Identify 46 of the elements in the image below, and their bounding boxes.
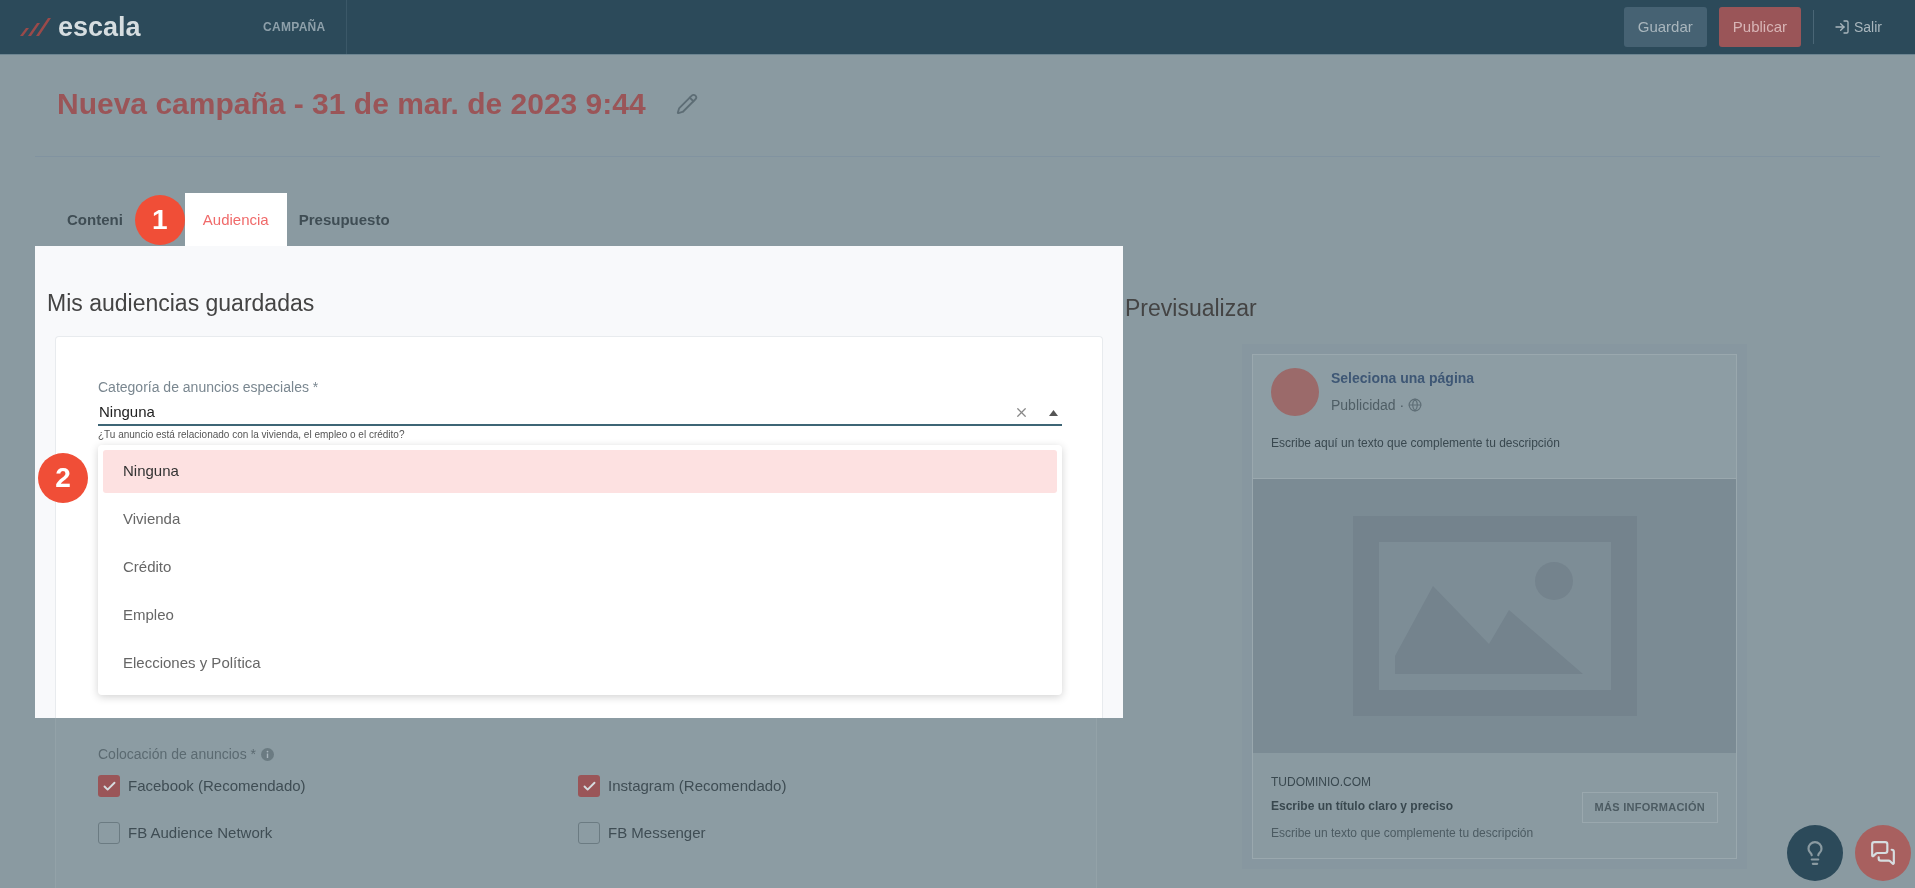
cta-button[interactable]: MÁS INFORMACIÓN: [1581, 791, 1718, 823]
tips-button[interactable]: [1787, 825, 1843, 881]
sponsored-label: Publicidad ·: [1331, 395, 1405, 415]
logo-icon: [18, 16, 54, 38]
section-heading: Mis audiencias guardadas: [47, 289, 316, 318]
info-icon[interactable]: [261, 748, 274, 761]
category-select[interactable]: Ninguna: [98, 401, 1062, 426]
ad-description: Escribe un texto que complemente tu descripción: [1271, 824, 1535, 842]
edit-icon[interactable]: [675, 92, 698, 115]
helper-text: ¿Tu anuncio está relacionado con la vivienda, el empleo o el crédito?: [98, 428, 406, 441]
checkbox-label: FB Messenger: [608, 822, 706, 843]
page-title: Nueva campaña - 31 de mar. de 2023 9:44: [57, 86, 646, 122]
avatar: [1271, 367, 1319, 416]
page-name: Seleciona una página: [1331, 368, 1475, 388]
clear-icon[interactable]: [1014, 405, 1029, 420]
tab[interactable]: Presupuesto: [286, 193, 402, 246]
step-badge: 1: [134, 194, 185, 245]
caret-up-icon[interactable]: [1049, 409, 1058, 416]
checkbox[interactable]: [98, 775, 120, 798]
dropdown-option[interactable]: Elecciones y Política: [103, 641, 1057, 685]
chat-icon: [1870, 840, 1896, 866]
logo-text: escala: [58, 13, 141, 41]
preview-heading: Previsualizar: [1125, 294, 1258, 323]
checkbox[interactable]: [578, 821, 600, 844]
checkbox[interactable]: [578, 775, 600, 798]
category-label: Categoría de anuncios especiales *: [98, 377, 320, 397]
logout-icon: [1834, 19, 1850, 35]
tab[interactable]: Conteni: [55, 193, 135, 246]
ad-body-text: Escribe aquí un texto que complemente tu descripción: [1271, 434, 1561, 452]
checkbox[interactable]: [98, 821, 120, 844]
publish-button[interactable]: Publicar: [1718, 7, 1801, 47]
ad-headline: Escribe un título claro y preciso: [1271, 797, 1455, 815]
globe-icon: [1408, 398, 1423, 412]
chat-button[interactable]: [1855, 825, 1911, 881]
dropdown-option[interactable]: Crédito: [103, 545, 1057, 589]
section-label: CAMPAÑA: [263, 18, 326, 36]
dropdown-option[interactable]: Ninguna: [103, 449, 1057, 493]
checkbox-label: FB Audience Network: [128, 822, 273, 843]
save-button[interactable]: Guardar: [1623, 7, 1707, 47]
domain-text: TUDOMINIO.COM: [1271, 773, 1372, 791]
checkbox-label: Instagram (Recomendado): [608, 776, 787, 796]
dropdown-option[interactable]: Empleo: [103, 593, 1057, 637]
dropdown-option[interactable]: Vivienda: [103, 497, 1057, 541]
exit-link[interactable]: Salir: [1834, 16, 1882, 38]
checkbox-label: Facebook (Recomendado): [128, 776, 306, 796]
tab[interactable]: Audiencia: [184, 193, 287, 246]
